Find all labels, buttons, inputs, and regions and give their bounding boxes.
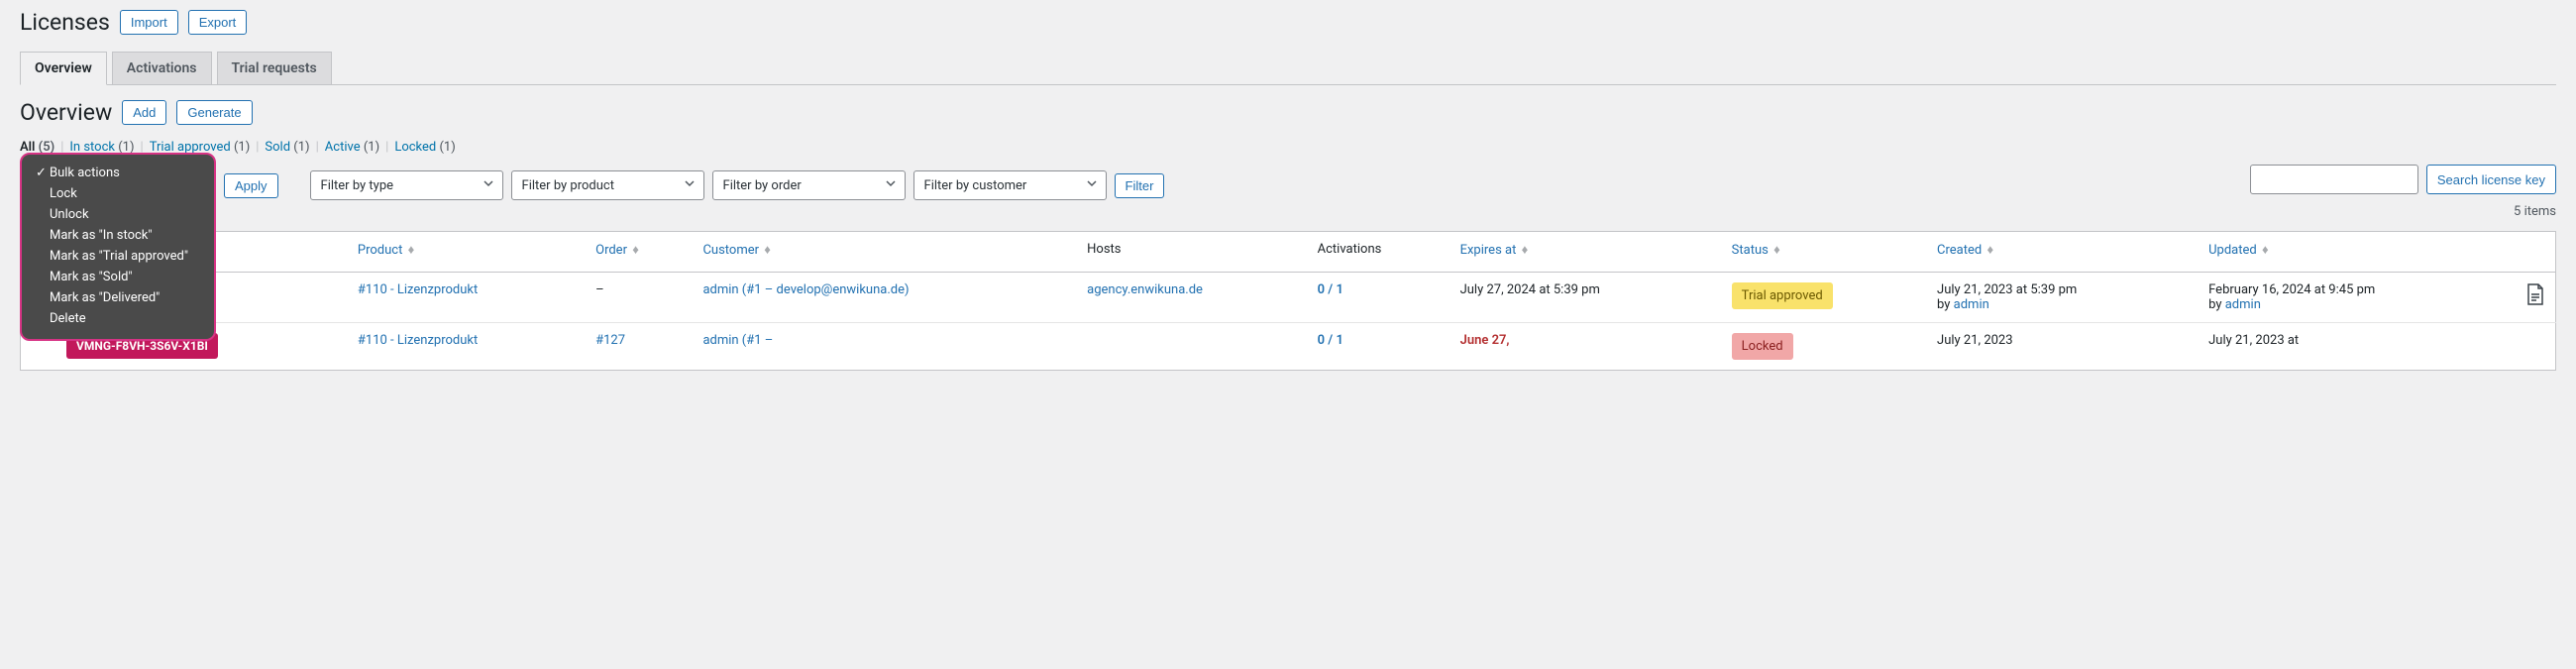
items-count: 5 items: [2514, 204, 2556, 219]
search-input[interactable]: [2250, 165, 2418, 194]
add-button[interactable]: Add: [122, 100, 166, 125]
tab-overview[interactable]: Overview: [20, 52, 107, 85]
col-created[interactable]: Created ♦: [1927, 232, 2199, 273]
chevron-down-icon: [483, 177, 494, 193]
bulk-option-lock[interactable]: Lock: [36, 183, 200, 204]
sort-icon: ♦: [1522, 243, 1529, 258]
table-row: - LY9V #110 - Lizenzprodukt – admin (#1 …: [21, 273, 2556, 323]
bulk-option-trial-approved[interactable]: Mark as "Trial approved": [36, 246, 200, 267]
updated-by-link[interactable]: admin: [2225, 297, 2261, 312]
customer-link[interactable]: admin (#1 – develop@enwikuna.de): [702, 282, 909, 297]
filter-type-select[interactable]: Filter by type: [310, 170, 503, 200]
sort-icon: ♦: [408, 243, 415, 258]
filter-active[interactable]: Active (1): [325, 140, 379, 155]
generate-button[interactable]: Generate: [176, 100, 252, 125]
expires-cell: July 27, 2024 at 5:39 pm: [1450, 273, 1722, 323]
bulk-option-in-stock[interactable]: Mark as "In stock": [36, 225, 200, 246]
apply-button[interactable]: Apply: [224, 173, 278, 198]
created-by-link[interactable]: admin: [1954, 297, 1989, 312]
created-cell: July 21, 2023: [1927, 323, 2199, 371]
col-activations: Activations: [1308, 232, 1450, 273]
updated-cell: July 21, 2023 at: [2199, 323, 2516, 371]
status-filter-bar: All (5) | In stock (1) | Trial approved …: [20, 136, 2556, 165]
filter-sold[interactable]: Sold (1): [265, 140, 309, 155]
sort-icon: ♦: [1773, 243, 1780, 258]
bulk-option-sold[interactable]: Mark as "Sold": [36, 267, 200, 287]
status-badge: Locked: [1732, 333, 1793, 360]
licenses-table: Product ♦ Order ♦ Customer ♦ Hosts Activ…: [20, 231, 2556, 371]
sub-title: Overview: [20, 99, 112, 126]
bulk-option-delete[interactable]: Delete: [36, 308, 200, 329]
sort-icon: ♦: [2262, 243, 2269, 258]
col-status[interactable]: Status ♦: [1722, 232, 1927, 273]
tabs: Overview Activations Trial requests: [20, 52, 2556, 85]
host-link[interactable]: agency.enwikuna.de: [1087, 282, 1203, 297]
filter-customer-select[interactable]: Filter by customer: [913, 170, 1107, 200]
col-updated[interactable]: Updated ♦: [2199, 232, 2516, 273]
page-title: Licenses: [20, 9, 110, 36]
bulk-option-bulk-actions[interactable]: Bulk actions: [36, 163, 200, 183]
status-badge: Trial approved: [1732, 282, 1833, 309]
sort-icon: ♦: [632, 243, 639, 258]
product-link[interactable]: #110 - Lizenzprodukt: [358, 333, 478, 348]
filter-order-select[interactable]: Filter by order: [712, 170, 906, 200]
activations-value: 0 / 1: [1318, 333, 1343, 348]
col-hosts: Hosts: [1077, 232, 1308, 273]
product-link[interactable]: #110 - Lizenzprodukt: [358, 282, 478, 297]
activations-value: 0 / 1: [1318, 282, 1343, 297]
import-button[interactable]: Import: [120, 10, 178, 35]
tab-trial-requests[interactable]: Trial requests: [217, 52, 332, 84]
bulk-option-delivered[interactable]: Mark as "Delivered": [36, 287, 200, 308]
chevron-down-icon: [1086, 177, 1098, 193]
tab-activations[interactable]: Activations: [112, 52, 212, 84]
chevron-down-icon: [684, 177, 696, 193]
document-icon[interactable]: [2525, 282, 2545, 306]
expires-cell: June 27,: [1460, 333, 1510, 348]
filter-product-select[interactable]: Filter by product: [511, 170, 704, 200]
col-product[interactable]: Product ♦: [348, 232, 586, 273]
chevron-down-icon: [885, 177, 897, 193]
sort-icon: ♦: [1986, 243, 1993, 258]
customer-link[interactable]: admin (#1 –: [702, 333, 773, 348]
created-cell: July 21, 2023 at 5:39 pm by admin: [1927, 273, 2199, 323]
order-cell: –: [586, 273, 693, 323]
search-button[interactable]: Search license key: [2426, 165, 2556, 194]
toolbar: Bulk actions Lock Unlock Mark as "In sto…: [20, 165, 2250, 206]
updated-cell: February 16, 2024 at 9:45 pm by admin: [2199, 273, 2516, 323]
filter-button[interactable]: Filter: [1115, 173, 1165, 198]
bulk-actions-dropdown[interactable]: Bulk actions Lock Unlock Mark as "In sto…: [20, 153, 216, 341]
sort-icon: ♦: [764, 243, 771, 258]
col-order[interactable]: Order ♦: [586, 232, 693, 273]
col-customer[interactable]: Customer ♦: [693, 232, 1077, 273]
table-row: VMNG-F8VH-3S6V-X1BI #110 - Lizenzprodukt…: [21, 323, 2556, 371]
host-cell: [1077, 323, 1308, 371]
bulk-option-unlock[interactable]: Unlock: [36, 204, 200, 225]
col-expires[interactable]: Expires at ♦: [1450, 232, 1722, 273]
filter-locked[interactable]: Locked (1): [394, 140, 455, 155]
export-button[interactable]: Export: [188, 10, 248, 35]
order-link[interactable]: #127: [595, 333, 625, 348]
